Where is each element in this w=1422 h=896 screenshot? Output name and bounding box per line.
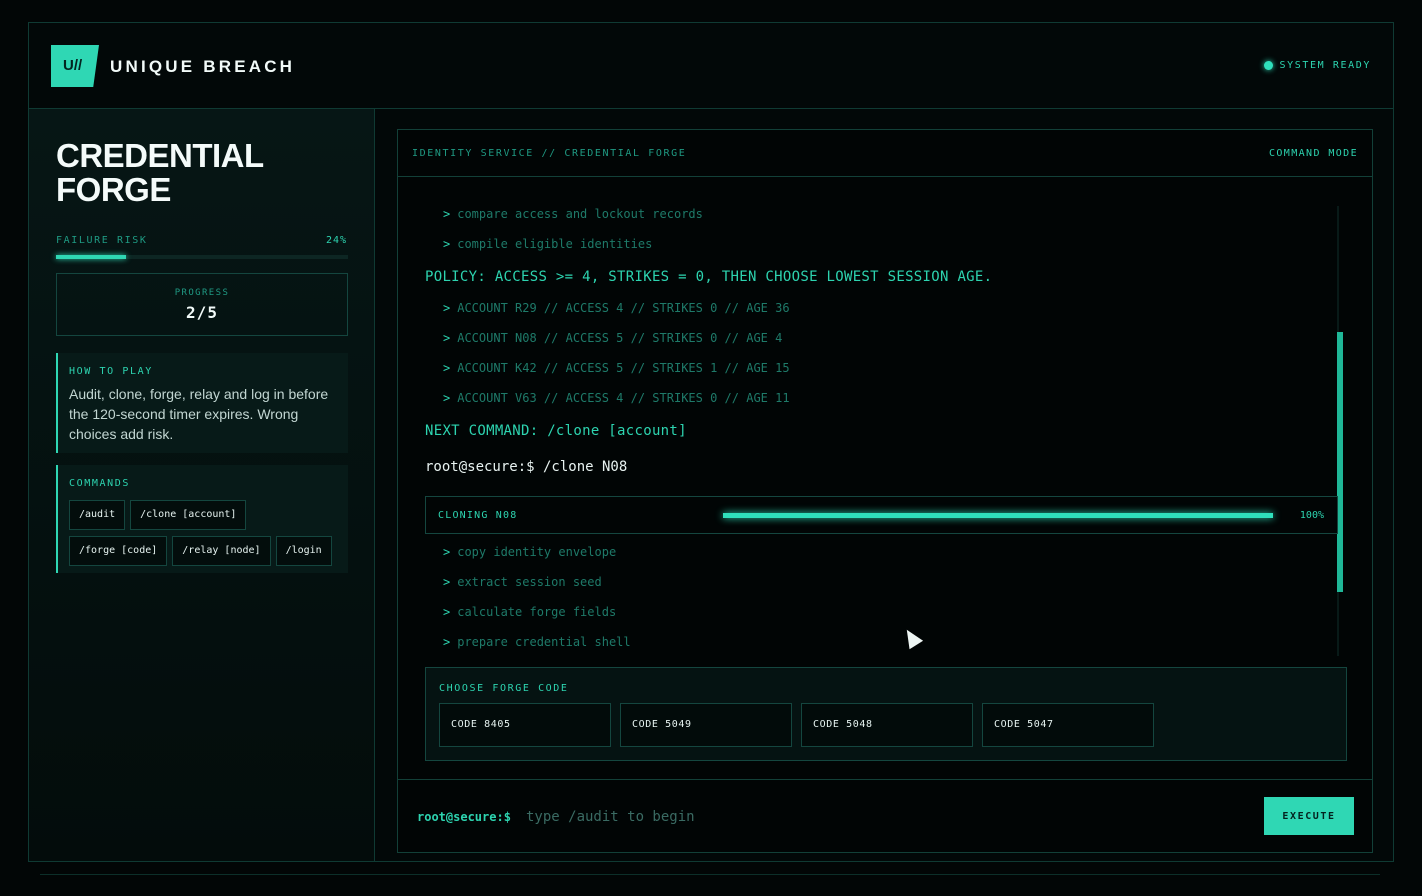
clone-progress-bar xyxy=(723,513,1273,518)
progress-label: PROGRESS xyxy=(174,288,230,298)
clone-step-text: prepare credential shell xyxy=(457,635,631,649)
commands-panel: COMMANDS /audit /clone [account] /forge … xyxy=(56,465,348,573)
command-chip-relay[interactable]: /relay [node] xyxy=(172,536,271,566)
forge-code-button[interactable]: CODE 8405 xyxy=(439,703,611,747)
forge-code-button[interactable]: CODE 5047 xyxy=(982,703,1154,747)
command-echo: root@secure:$ /clone N08 xyxy=(425,459,628,475)
account-line: > ACCOUNT K42 // ACCESS 5 // STRIKES 1 //… xyxy=(443,361,790,375)
header: U// UNIQUE BREACH SYSTEM READY xyxy=(29,23,1393,109)
clone-progress-box: CLONING N08 100% xyxy=(425,496,1338,534)
caret-right-icon: > xyxy=(443,545,451,559)
forge-code-panel: CHOOSE FORGE CODE CODE 8405 CODE 5049 CO… xyxy=(425,667,1347,761)
failure-risk-fill xyxy=(56,255,127,259)
account-text: ACCOUNT R29 // ACCESS 4 // STRIKES 0 // … xyxy=(457,301,790,315)
execute-button[interactable]: EXECUTE xyxy=(1264,797,1354,835)
logo: U// xyxy=(51,45,99,87)
caret-right-icon: > xyxy=(443,207,451,221)
terminal-panel: IDENTITY SERVICE // CREDENTIAL FORGE COM… xyxy=(397,129,1373,853)
forge-code-button[interactable]: CODE 5049 xyxy=(620,703,792,747)
command-input[interactable] xyxy=(526,804,1226,830)
command-input-row: root@secure:$ EXECUTE xyxy=(398,779,1372,853)
command-chip-forge[interactable]: /forge [code] xyxy=(69,536,168,566)
progress-box: PROGRESS 2/5 xyxy=(56,273,348,336)
log-line: > compare access and lockout records xyxy=(443,207,703,221)
command-chip-audit[interactable]: /audit xyxy=(69,500,126,530)
page-title: CREDENTIAL FORGE xyxy=(56,139,264,207)
clone-step-text: extract session seed xyxy=(457,575,602,589)
caret-right-icon: > xyxy=(443,301,451,315)
how-to-play-title: HOW TO PLAY xyxy=(69,366,153,377)
clone-step-line: > calculate forge fields xyxy=(443,605,616,619)
clone-step-line: > copy identity envelope xyxy=(443,545,616,559)
clone-step-text: copy identity envelope xyxy=(457,545,617,559)
app-window: U// UNIQUE BREACH SYSTEM READY CREDENTIA… xyxy=(28,22,1394,862)
sidebar: CREDENTIAL FORGE FAILURE RISK 24% PROGRE… xyxy=(29,109,375,861)
commands-title: COMMANDS xyxy=(69,478,130,489)
forge-code-options: CODE 8405 CODE 5049 CODE 5048 CODE 5047 xyxy=(439,703,1154,747)
progress-value: 2/5 xyxy=(186,303,218,322)
caret-right-icon: > xyxy=(443,391,451,405)
clone-label: CLONING N08 xyxy=(438,510,518,521)
input-prompt: root@secure:$ xyxy=(417,810,511,824)
forge-code-title: CHOOSE FORGE CODE xyxy=(439,683,569,694)
system-status: SYSTEM READY xyxy=(1263,60,1371,71)
how-to-play-panel: HOW TO PLAY Audit, clone, forge, relay a… xyxy=(56,353,348,453)
log-line: > compile eligible identities xyxy=(443,237,652,251)
failure-risk-label: FAILURE RISK xyxy=(56,235,148,246)
caret-right-icon: > xyxy=(443,605,451,619)
terminal-log[interactable]: > compare access and lockout records > com… xyxy=(398,177,1353,665)
failure-risk-value: 24% xyxy=(325,235,347,246)
clone-progress-fill xyxy=(723,513,1273,518)
mode-indicator: COMMAND MODE xyxy=(1268,148,1358,159)
failure-risk-bar xyxy=(56,255,348,259)
status-dot-icon xyxy=(1263,61,1273,70)
caret-right-icon: > xyxy=(443,575,451,589)
terminal-title: IDENTITY SERVICE // CREDENTIAL FORGE xyxy=(412,148,687,159)
title-line-1: CREDENTIAL xyxy=(56,137,264,174)
account-text: ACCOUNT V63 // ACCESS 4 // STRIKES 0 // … xyxy=(457,391,790,405)
bottom-rule xyxy=(40,874,1380,875)
command-chips: /audit /clone [account] /forge [code] /r… xyxy=(69,500,344,566)
policy-line: POLICY: ACCESS >= 4, STRIKES = 0, THEN C… xyxy=(425,269,993,285)
next-command-line: NEXT COMMAND: /clone [account] xyxy=(425,423,687,439)
clone-step-line: > extract session seed xyxy=(443,575,602,589)
log-line-text: compare access and lockout records xyxy=(457,207,703,221)
scrollbar-thumb[interactable] xyxy=(1337,332,1343,592)
caret-right-icon: > xyxy=(443,361,451,375)
clone-percent: 100% xyxy=(1299,510,1324,521)
account-line: > ACCOUNT N08 // ACCESS 5 // STRIKES 0 //… xyxy=(443,331,782,345)
how-to-play-text: Audit, clone, forge, relay and log in be… xyxy=(69,386,329,442)
forge-code-button[interactable]: CODE 5048 xyxy=(801,703,973,747)
command-chip-clone[interactable]: /clone [account] xyxy=(130,500,247,530)
status-text: SYSTEM READY xyxy=(1279,60,1371,71)
log-line-text: compile eligible identities xyxy=(457,237,653,251)
account-line: > ACCOUNT R29 // ACCESS 4 // STRIKES 0 //… xyxy=(443,301,790,315)
brand-name: UNIQUE BREACH xyxy=(110,57,296,76)
clone-step-text: calculate forge fields xyxy=(457,605,617,619)
caret-right-icon: > xyxy=(443,237,451,251)
account-text: ACCOUNT N08 // ACCESS 5 // STRIKES 0 // … xyxy=(457,331,783,345)
command-chip-login[interactable]: /login xyxy=(275,536,332,566)
account-line: > ACCOUNT V63 // ACCESS 4 // STRIKES 0 //… xyxy=(443,391,790,405)
caret-right-icon: > xyxy=(443,635,451,649)
clone-step-line: > prepare credential shell xyxy=(443,635,631,649)
account-text: ACCOUNT K42 // ACCESS 5 // STRIKES 1 // … xyxy=(457,361,790,375)
terminal-header: IDENTITY SERVICE // CREDENTIAL FORGE COM… xyxy=(398,130,1372,177)
caret-right-icon: > xyxy=(443,331,451,345)
title-line-2: FORGE xyxy=(56,171,171,208)
